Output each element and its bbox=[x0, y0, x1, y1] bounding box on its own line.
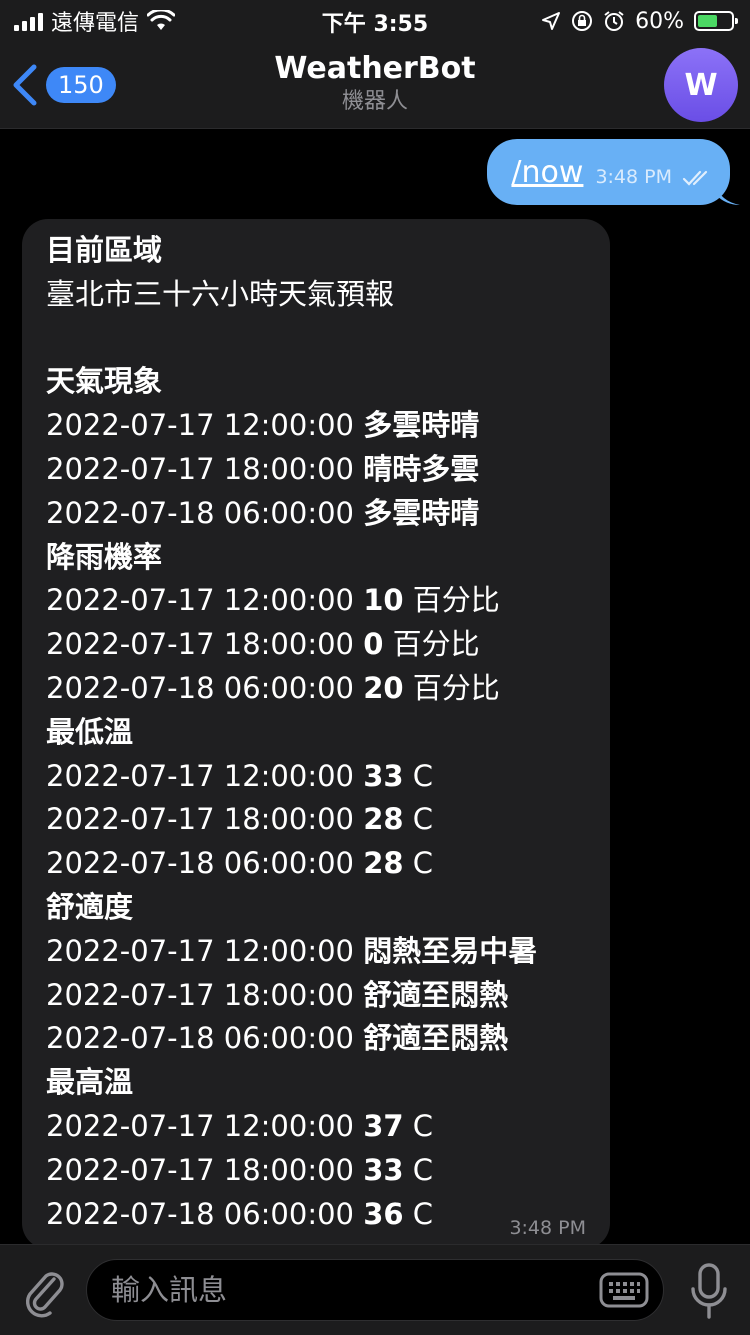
line-unit: C bbox=[412, 802, 434, 837]
message-line: 2022-07-17 12:00:00 悶熱至易中暑 bbox=[46, 930, 586, 974]
message-line: 2022-07-17 18:00:00 33 C bbox=[46, 1149, 586, 1193]
composer-bar: 輸入訊息 bbox=[0, 1244, 750, 1335]
line-value: 33 bbox=[363, 758, 404, 793]
message-line: 2022-07-18 06:00:00 舒適至悶熱 bbox=[46, 1017, 586, 1061]
line-text: 最高溫 bbox=[46, 1065, 134, 1100]
line-text: 降雨機率 bbox=[46, 539, 163, 574]
message-line: 2022-07-18 06:00:00 20 百分比 bbox=[46, 667, 586, 711]
line-unit: C bbox=[412, 846, 434, 881]
line-value: 36 bbox=[363, 1196, 404, 1231]
incoming-message[interactable]: 目前區域臺北市三十六小時天氣預報 天氣現象 2022-07-17 12:00:00… bbox=[22, 219, 610, 1249]
message-text: 目前區域臺北市三十六小時天氣預報 天氣現象 2022-07-17 12:00:00… bbox=[46, 229, 586, 1236]
chat-subtitle: 機器人 bbox=[341, 89, 408, 114]
message-input[interactable]: 輸入訊息 bbox=[86, 1259, 664, 1321]
line-unit: 百分比 bbox=[412, 583, 500, 618]
message-line: 2022-07-17 18:00:00 0 百分比 bbox=[46, 623, 586, 667]
line-unit: C bbox=[412, 1152, 434, 1187]
outgoing-message[interactable]: /now 3:48 PM bbox=[487, 139, 730, 205]
section-heading: 最高溫 bbox=[46, 1061, 586, 1105]
alarm-icon bbox=[604, 11, 624, 31]
line-value: 28 bbox=[363, 846, 404, 881]
line-value: 悶熱至易中暑 bbox=[363, 933, 538, 968]
line-text: 2022-07-17 18:00:00 bbox=[46, 802, 354, 837]
line-value: 20 bbox=[363, 670, 404, 705]
message-line: 2022-07-17 12:00:00 37 C bbox=[46, 1105, 586, 1149]
chat-title-group[interactable]: WeatherBot 機器人 bbox=[0, 50, 750, 116]
status-bar: 遠傳電信 下午 3:55 60% bbox=[0, 0, 750, 42]
line-text: 2022-07-18 06:00:00 bbox=[46, 846, 354, 881]
line-value: 0 bbox=[363, 627, 384, 662]
line-unit: C bbox=[412, 1196, 434, 1231]
line-text: 2022-07-17 12:00:00 bbox=[46, 758, 354, 793]
chat-title: WeatherBot bbox=[274, 51, 476, 86]
battery-percent: 60% bbox=[635, 8, 684, 34]
line-text: 目前區域 bbox=[46, 233, 163, 267]
line-text: 天氣現象 bbox=[46, 364, 163, 399]
line-unit: 百分比 bbox=[392, 627, 480, 662]
message-line: 2022-07-17 18:00:00 晴時多雲 bbox=[46, 448, 586, 492]
line-text: 最低溫 bbox=[46, 714, 134, 749]
message-line bbox=[46, 317, 586, 361]
section-heading: 降雨機率 bbox=[46, 536, 586, 580]
message-line: 臺北市三十六小時天氣預報 bbox=[46, 273, 586, 317]
message-list[interactable]: /now 3:48 PM 目前區域臺北市三十六小時天氣預報 天氣現象 2022-0… bbox=[0, 129, 750, 1249]
message-input-placeholder: 輸入訊息 bbox=[111, 1273, 228, 1307]
section-heading: 天氣現象 bbox=[46, 360, 586, 404]
section-heading: 最低溫 bbox=[46, 711, 586, 755]
message-line: 2022-07-17 12:00:00 10 百分比 bbox=[46, 579, 586, 623]
command-link[interactable]: /now bbox=[511, 155, 583, 190]
section-heading: 目前區域 bbox=[46, 229, 586, 273]
line-value: 10 bbox=[363, 583, 404, 618]
line-text: 2022-07-17 18:00:00 bbox=[46, 627, 354, 662]
line-text: 2022-07-17 18:00:00 bbox=[46, 1152, 354, 1187]
double-check-icon bbox=[682, 170, 708, 186]
line-value: 多雲時晴 bbox=[363, 495, 480, 530]
message-line: 2022-07-17 12:00:00 多雲時晴 bbox=[46, 404, 586, 448]
line-value: 28 bbox=[363, 802, 404, 837]
microphone-icon[interactable] bbox=[690, 1261, 728, 1321]
line-value: 37 bbox=[363, 1108, 404, 1143]
line-unit: 百分比 bbox=[412, 670, 500, 705]
line-text: 2022-07-18 06:00:00 bbox=[46, 670, 354, 705]
section-heading: 舒適度 bbox=[46, 886, 586, 930]
line-text: 2022-07-17 18:00:00 bbox=[46, 977, 354, 1012]
message-line: 2022-07-18 06:00:00 多雲時晴 bbox=[46, 492, 586, 536]
avatar[interactable]: W bbox=[664, 48, 738, 122]
message-time: 3:48 PM bbox=[595, 166, 672, 188]
message-line: 2022-07-18 06:00:00 28 C bbox=[46, 842, 586, 886]
message-line: 2022-07-18 06:00:00 36 C bbox=[46, 1193, 586, 1237]
line-value: 多雲時晴 bbox=[363, 408, 480, 443]
line-text: 2022-07-18 06:00:00 bbox=[46, 1021, 354, 1056]
message-line: 2022-07-17 12:00:00 33 C bbox=[46, 755, 586, 799]
line-text: 2022-07-17 12:00:00 bbox=[46, 583, 354, 618]
line-unit: C bbox=[412, 1108, 434, 1143]
line-text: 2022-07-18 06:00:00 bbox=[46, 495, 354, 530]
line-value: 舒適至悶熱 bbox=[363, 977, 509, 1012]
line-text: 2022-07-17 12:00:00 bbox=[46, 1108, 354, 1143]
message-line: 2022-07-17 18:00:00 28 C bbox=[46, 798, 586, 842]
battery-icon bbox=[694, 11, 738, 31]
keyboard-icon[interactable] bbox=[599, 1272, 649, 1308]
line-value: 舒適至悶熱 bbox=[363, 1021, 509, 1056]
status-icons: 60% bbox=[541, 6, 738, 36]
line-text: 2022-07-17 12:00:00 bbox=[46, 408, 354, 443]
line-text: 2022-07-18 06:00:00 bbox=[46, 1196, 354, 1231]
location-arrow-icon bbox=[542, 12, 561, 30]
bubble-tail bbox=[716, 185, 740, 205]
message-line: 2022-07-17 18:00:00 舒適至悶熱 bbox=[46, 974, 586, 1018]
message-time: 3:48 PM bbox=[509, 1217, 586, 1239]
line-value: 晴時多雲 bbox=[363, 451, 480, 486]
line-unit: C bbox=[412, 758, 434, 793]
paperclip-icon[interactable] bbox=[20, 1263, 68, 1319]
line-text: 舒適度 bbox=[46, 889, 134, 924]
line-text: 2022-07-17 12:00:00 bbox=[46, 933, 354, 968]
line-value: 33 bbox=[363, 1152, 404, 1187]
chat-header: 150 WeatherBot 機器人 W bbox=[0, 42, 750, 129]
rotation-lock-icon bbox=[572, 11, 593, 31]
line-text: 2022-07-17 18:00:00 bbox=[46, 451, 354, 486]
line-text: 臺北市三十六小時天氣預報 bbox=[46, 276, 395, 311]
